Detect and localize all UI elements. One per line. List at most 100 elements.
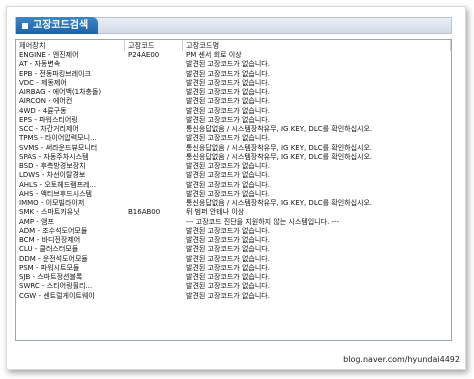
cell-system: AHS - 액티브후드시스템 <box>19 189 92 198</box>
cell-code <box>125 125 183 134</box>
cell-description: 발견된 고장코드가 없습니다. <box>186 171 270 180</box>
list-item[interactable]: VDC - 제동제어 발견된 고장코드가 없습니다. <box>16 79 451 88</box>
cell-system: ENGINE - 엔진제어 <box>19 51 79 59</box>
cell-description: 통신응답없음 / 시스템장착유무, IG KEY, DLC를 확인하십시오. <box>186 152 373 161</box>
cell-system: AMP - 앰프 <box>19 217 54 226</box>
list-item[interactable]: AMP - 앰프 --- 고장코드 진단을 지원하지 않는 시스템입니다. --- <box>16 218 451 227</box>
cell-code: P24AE00 <box>128 51 160 59</box>
cell-system: SJB - 스마트정션블록 <box>19 273 83 281</box>
column-header-system[interactable]: 제어장치 <box>16 40 125 51</box>
cell-system: VDC - 제동제어 <box>19 78 67 87</box>
cell-code <box>125 282 183 291</box>
list-item[interactable]: AIRCON - 에어컨 발견된 고장코드가 없습니다. <box>16 97 451 106</box>
list-item[interactable]: LDWS - 차선이탈경보 발견된 고장코드가 없습니다. <box>16 171 451 180</box>
cell-system: SCC - 차간거리제어 <box>19 125 79 133</box>
list-item[interactable]: AIRBAG - 에어백(1차충돌) 발견된 고장코드가 없습니다. <box>16 88 451 97</box>
list-item[interactable]: AT - 자동변속 발견된 고장코드가 없습니다. <box>16 60 451 69</box>
cell-description: 발견된 고장코드가 없습니다. <box>186 263 270 272</box>
cell-system: PSM - 파워시트모듈 <box>19 263 80 272</box>
cell-system: DDM - 운전석도어모듈 <box>19 254 88 263</box>
cell-system: AIRCON - 에어컨 <box>19 97 73 106</box>
cell-system: CLU - 클러스터모듈 <box>19 245 79 254</box>
cell-code <box>125 227 183 236</box>
cell-code <box>125 264 183 273</box>
list-item[interactable]: AHS - 액티브후드시스템 발견된 고장코드가 없습니다. <box>16 190 451 199</box>
square-bullet-icon <box>22 22 28 29</box>
list-item[interactable]: CLU - 클러스터모듈 발견된 고장코드가 없습니다. <box>16 245 451 254</box>
list-item[interactable]: BSD - 후측방경보장치 발견된 고장코드가 없습니다. <box>16 162 451 171</box>
cell-system: 4WD - 4륜구동 <box>19 106 67 115</box>
cell-description: 발견된 고장코드가 없습니다. <box>186 134 270 143</box>
cell-system: AIRBAG - 에어백(1차충돌) <box>19 88 102 96</box>
list-item[interactable]: SCC - 차간거리제어 통신응답없음 / 시스템장착유무, IG KEY, DL… <box>16 125 451 134</box>
cell-system: EPB - 전동파킹브레이크 <box>19 69 91 78</box>
cell-code <box>125 273 183 282</box>
list-item[interactable]: AHLS - 오토헤드램프레... 발견된 고장코드가 없습니다. <box>16 181 451 190</box>
list-item[interactable]: EPB - 전동파킹브레이크 발견된 고장코드가 없습니다. <box>16 70 451 79</box>
column-header-code[interactable]: 고장코드 <box>125 40 183 51</box>
cell-code <box>125 88 183 97</box>
cell-description: 발견된 고장코드가 없습니다. <box>186 60 270 69</box>
list-rows: ENGINE - 엔진제어 P24AE00 PM 센서 회로 이상 AT - 자동변속… <box>16 51 451 301</box>
cell-system: SWRC - 스티어링휠리... <box>19 282 93 291</box>
cell-description: 통신응답없음 / 시스템장착유무, IG KEY, DLC를 확인하십시오. <box>186 199 373 207</box>
list-item[interactable]: ADM - 조수석도어모듈 발견된 고장코드가 없습니다. <box>16 227 451 236</box>
cell-code <box>125 60 183 69</box>
cell-code <box>125 144 183 153</box>
list-item[interactable]: PSM - 파워시트모듈 발견된 고장코드가 없습니다. <box>16 264 451 273</box>
cell-code <box>125 134 183 143</box>
cell-system: SVMS - 써라운드뷰모니터 <box>19 143 98 152</box>
cell-system: IMMO - 이모빌라이저 <box>19 199 85 207</box>
cell-system: ADM - 조수석도어모듈 <box>19 226 88 235</box>
list-item[interactable]: SMK - 스마트키유닛 B16AB00 뒤 범퍼 안테나 이상 <box>16 208 451 217</box>
list-item[interactable]: IMMO - 이모빌라이저 통신응답없음 / 시스템장착유무, IG KEY, D… <box>16 199 451 208</box>
cell-code <box>125 255 183 264</box>
list-item[interactable]: EPS - 파워스티어링 발견된 고장코드가 없습니다. <box>16 116 451 125</box>
list-item[interactable]: SPAS - 자동주차시스템 통신응답없음 / 시스템장착유무, IG KEY, … <box>16 153 451 162</box>
cell-system: AT - 자동변속 <box>19 60 61 69</box>
cell-code: B16AB00 <box>128 208 161 217</box>
cell-description: 통신응답없음 / 시스템장착유무, IG KEY, DLC를 확인하십시오. <box>186 143 373 152</box>
cell-system: SMK - 스마트키유닛 <box>19 208 80 217</box>
list-item[interactable]: ENGINE - 엔진제어 P24AE00 PM 센서 회로 이상 <box>16 51 451 60</box>
cell-description: 발견된 고장코드가 없습니다. <box>186 88 270 96</box>
cell-system: SPAS - 자동주차시스템 <box>19 152 89 161</box>
cell-system: AHLS - 오토헤드램프레... <box>19 180 97 189</box>
cell-code <box>125 171 183 180</box>
list-item[interactable]: 4WD - 4륜구동 발견된 고장코드가 없습니다. <box>16 107 451 116</box>
blog-watermark: blog.naver.com/hyundai4492 <box>343 355 460 364</box>
cell-description: 발견된 고장코드가 없습니다. <box>186 273 270 281</box>
cell-system: BCM - 바디전장제어 <box>19 236 81 244</box>
list-item[interactable]: SJB - 스마트정션블록 발견된 고장코드가 없습니다. <box>16 273 451 282</box>
cell-description: 발견된 고장코드가 없습니다. <box>186 162 270 170</box>
cell-description: 발견된 고장코드가 없습니다. <box>186 106 270 115</box>
list-item[interactable]: CGW - 센트럴게이트웨이 발견된 고장코드가 없습니다. <box>16 292 451 301</box>
cell-description: 발견된 고장코드가 없습니다. <box>186 226 270 235</box>
cell-description: 발견된 고장코드가 없습니다. <box>186 189 270 198</box>
cell-code <box>125 292 183 301</box>
cell-description: 발견된 고장코드가 없습니다. <box>186 115 270 124</box>
list-item[interactable]: BCM - 바디전장제어 발견된 고장코드가 없습니다. <box>16 236 451 245</box>
column-header-description[interactable]: 고장코드명 <box>183 40 451 51</box>
cell-code <box>125 218 183 227</box>
list-item[interactable]: SWRC - 스티어링휠리... 발견된 고장코드가 없습니다. <box>16 282 451 291</box>
cell-code <box>125 79 183 88</box>
cell-code <box>125 181 183 190</box>
cell-code <box>125 236 183 245</box>
fault-code-list[interactable]: 제어장치 고장코드 고장코드명 ENGINE - 엔진제어 P24AE00 PM 센… <box>15 39 452 341</box>
cell-code <box>125 162 183 171</box>
list-item[interactable]: SVMS - 써라운드뷰모니터 통신응답없음 / 시스템장착유무, IG KEY,… <box>16 144 451 153</box>
cell-system: CGW - 센트럴게이트웨이 <box>19 291 95 300</box>
title-tab: 고장코드검색 <box>16 17 99 34</box>
cell-system: BSD - 후측방경보장치 <box>19 162 86 170</box>
cell-code <box>125 190 183 199</box>
list-item[interactable]: TPMS - 타이어압력모니... 발견된 고장코드가 없습니다. <box>16 134 451 143</box>
cell-description: 발견된 고장코드가 없습니다. <box>186 236 270 244</box>
cell-description: 발견된 고장코드가 없습니다. <box>186 180 270 189</box>
cell-description: 발견된 고장코드가 없습니다. <box>186 69 270 78</box>
title-bar: 고장코드검색 <box>15 17 452 34</box>
cell-system: LDWS - 차선이탈경보 <box>19 171 86 180</box>
list-item[interactable]: DDM - 운전석도어모듈 발견된 고장코드가 없습니다. <box>16 255 451 264</box>
cell-code <box>125 70 183 79</box>
list-header: 제어장치 고장코드 고장코드명 <box>16 40 451 51</box>
